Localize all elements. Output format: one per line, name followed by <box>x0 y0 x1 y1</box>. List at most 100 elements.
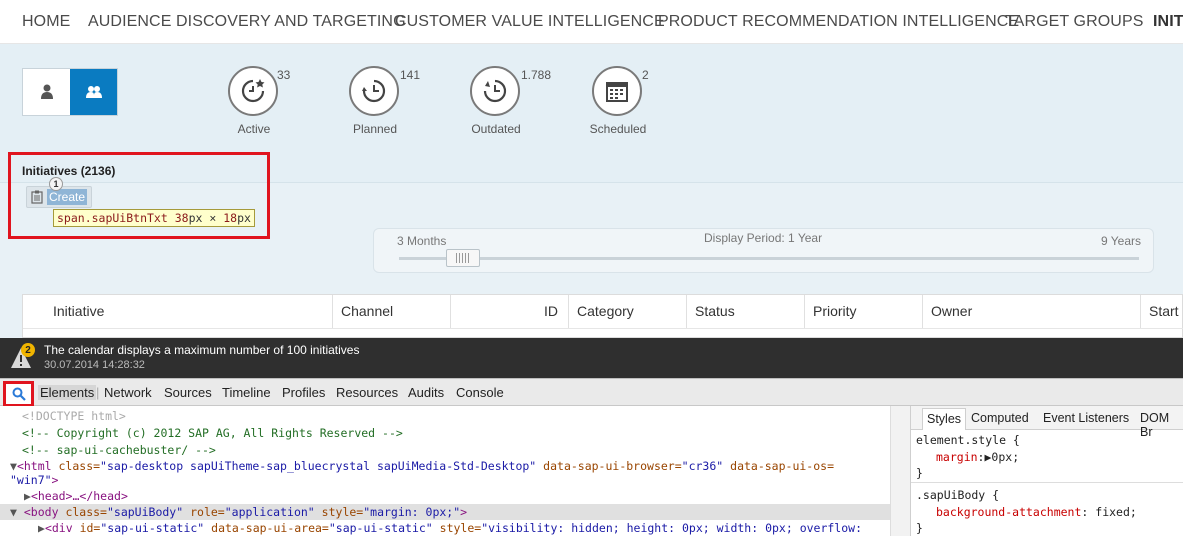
styles-panel: Styles Computed Event Listeners DOM Br e… <box>910 406 1183 536</box>
nav-home[interactable]: HOME <box>22 13 70 31</box>
stat-planned[interactable]: 141 Planned <box>335 66 420 136</box>
attr: class= <box>58 459 101 473</box>
value: "application" <box>224 505 315 519</box>
nav-initiatives[interactable]: INITI <box>1153 13 1183 31</box>
clock-icon <box>349 66 399 116</box>
style-rule-selector: .sapUiBody { <box>916 488 1000 502</box>
clock-star-icon <box>228 66 278 116</box>
app-area: 33 Active 141 Planned 1.788 Outdated 2 S… <box>0 44 1183 338</box>
code-line[interactable]: ▶<head>…</head> <box>24 488 910 504</box>
styles-tabbar: Styles Computed Event Listeners DOM Br <box>911 406 1183 439</box>
code-line[interactable]: <!DOCTYPE html> <box>22 408 910 424</box>
inspect-element-button[interactable] <box>3 381 34 407</box>
tag: <body <box>23 505 59 519</box>
col-channel[interactable]: Channel <box>333 295 451 328</box>
slider-period-label: Display Period: 1 Year <box>704 231 823 245</box>
stat-count: 1.788 <box>521 68 552 82</box>
nav-product-recommendation[interactable]: PRODUCT RECOMMENDATION INTELLIGENCE <box>658 13 1019 31</box>
style-rule-selector: element.style { <box>916 433 1020 447</box>
notification-timestamp: 30.07.2014 14:28:32 <box>44 359 145 371</box>
attr: style= <box>321 505 364 519</box>
stat-count: 141 <box>400 68 421 82</box>
value: "cr36" <box>681 459 724 473</box>
tab-dom-breakpoints[interactable]: DOM Br <box>1140 411 1183 439</box>
notification-bar[interactable]: 2 The calendar displays a maximum number… <box>0 338 1183 378</box>
attr: data-sap-ui-browser= <box>543 459 682 473</box>
attr: class= <box>65 505 107 519</box>
stat-active[interactable]: 33 Active <box>214 66 294 136</box>
col-id[interactable]: ID <box>451 295 569 328</box>
group-toggle[interactable] <box>70 69 117 115</box>
value: "visibility: hidden; height: 0px; width:… <box>481 521 863 535</box>
initiatives-table: Initiative Channel ID Category Status Pr… <box>22 294 1183 338</box>
attr: style= <box>439 521 482 535</box>
style-declaration[interactable]: margin:▶0px; <box>936 450 1019 464</box>
stat-scheduled[interactable]: 2 Scheduled <box>578 66 658 136</box>
col-owner[interactable]: Owner <box>923 295 1141 328</box>
calendar-icon <box>592 66 642 116</box>
code-line[interactable]: "win7"> <box>10 472 910 488</box>
style-divider <box>911 482 1183 483</box>
slider-track[interactable] <box>399 257 1139 260</box>
expand-triangle-icon[interactable]: ▶ <box>24 489 31 503</box>
expand-triangle-icon[interactable]: ▼ <box>10 505 17 519</box>
comment: <!-- Copyright (c) 2012 SAP AG, All Righ… <box>22 426 403 440</box>
slider-min-label: 3 Months <box>397 234 447 248</box>
stat-outdated[interactable]: 1.788 Outdated <box>456 66 551 136</box>
col-initiative[interactable]: Initiative <box>23 295 333 328</box>
expand-triangle-icon[interactable]: ▶ <box>38 521 45 535</box>
single-user-toggle[interactable] <box>23 69 70 115</box>
notification-count: 2 <box>21 343 35 357</box>
code-line-selected[interactable]: ▼ <body class="sapUiBody" role="applicat… <box>0 504 910 520</box>
style-rule-close: } <box>916 466 923 480</box>
nav-target-groups[interactable]: TARGET GROUPS <box>1005 13 1144 31</box>
nav-audience-discovery[interactable]: AUDIENCE DISCOVERY AND TARGETING <box>88 13 406 31</box>
attr: data-sap-ui-area= <box>211 521 329 535</box>
tab-profiles[interactable]: Profiles <box>282 385 325 400</box>
tab-resources[interactable]: Resources <box>336 385 398 400</box>
code-line[interactable]: ▶<div id="sap-ui-static" data-sap-ui-are… <box>38 520 910 536</box>
tab-elements[interactable]: Elements <box>38 385 97 400</box>
tab-audits[interactable]: Audits <box>408 385 444 400</box>
elements-scrollbar[interactable] <box>890 406 910 536</box>
col-priority[interactable]: Priority <box>805 295 923 328</box>
slider-max-label: 9 Years <box>1100 234 1141 248</box>
style-value: 0px; <box>991 450 1020 464</box>
tab-separator: | <box>96 385 100 400</box>
col-category[interactable]: Category <box>569 295 687 328</box>
style-declaration[interactable]: background-attachment: fixed; <box>936 505 1137 519</box>
value: "sap-ui-static" <box>100 521 205 535</box>
value: "margin: 0px;" <box>363 505 461 519</box>
clock-back-icon <box>470 66 520 116</box>
stat-label: Outdated <box>471 122 521 136</box>
value: "sap-desktop sapUiTheme-sap_bluecrystal … <box>100 459 537 473</box>
code-line[interactable]: <!-- Copyright (c) 2012 SAP AG, All Righ… <box>22 425 910 441</box>
stat-label: Planned <box>352 122 398 136</box>
tab-event-listeners[interactable]: Event Listeners <box>1043 411 1129 425</box>
grip-icon <box>456 253 470 263</box>
style-rule-close: } <box>916 521 923 535</box>
tab-sources[interactable]: Sources <box>164 385 212 400</box>
elements-panel: <!DOCTYPE html> <!-- Copyright (c) 2012 … <box>0 406 910 536</box>
tab-network[interactable]: Network <box>104 385 152 400</box>
expand-triangle-icon[interactable]: ▼ <box>10 459 17 473</box>
stat-count: 33 <box>277 68 291 82</box>
style-value: fixed; <box>1095 505 1137 519</box>
col-start[interactable]: Start <box>1141 295 1183 328</box>
display-period-slider: 3 Months Display Period: 1 Year 9 Years <box>373 228 1154 273</box>
col-status[interactable]: Status <box>687 295 805 328</box>
tab-console[interactable]: Console <box>456 385 504 400</box>
tab-styles[interactable]: Styles <box>922 408 967 430</box>
value: "sapUiBody" <box>106 505 184 519</box>
stat-count: 2 <box>642 68 649 82</box>
tab-computed[interactable]: Computed <box>971 411 1029 425</box>
notification-message: The calendar displays a maximum number o… <box>44 343 360 357</box>
slider-handle[interactable] <box>446 249 480 267</box>
attr: data-sap-ui-os= <box>730 459 834 473</box>
code-line[interactable]: <!-- sap-ui-cachebuster/ --> <box>22 442 910 458</box>
tab-timeline[interactable]: Timeline <box>222 385 271 400</box>
style-prop: margin <box>936 450 978 464</box>
devtools-toolbar: Elements | Network Sources Timeline Prof… <box>0 378 1183 407</box>
nav-customer-value[interactable]: CUSTOMER VALUE INTELLIGENCE <box>395 13 665 31</box>
attr: id= <box>79 521 101 535</box>
